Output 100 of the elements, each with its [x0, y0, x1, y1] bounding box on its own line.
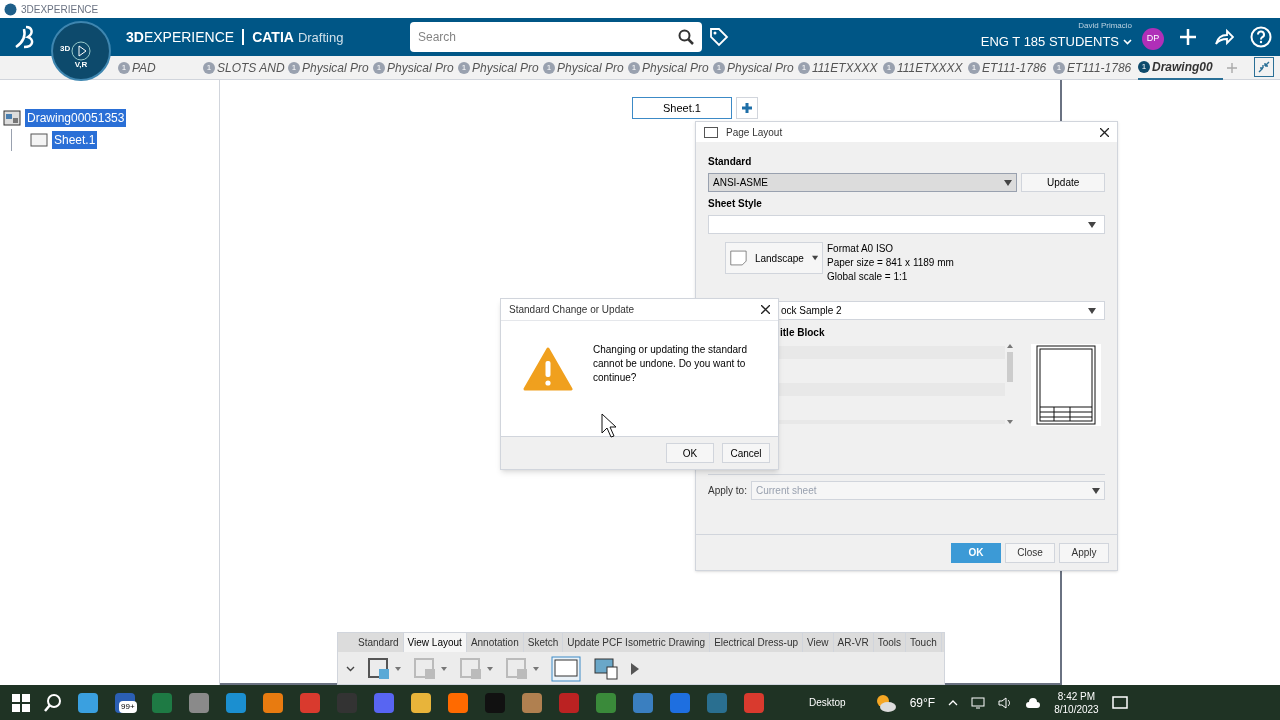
field-label: Standard	[708, 155, 753, 169]
tab-badge: 1	[203, 61, 215, 74]
dialog-button[interactable]: Apply	[1059, 542, 1109, 563]
update-button[interactable]: Update	[1021, 173, 1105, 192]
document-tab[interactable]: 1 Physical Pro	[288, 55, 373, 80]
dropdown-arrow-icon	[1004, 179, 1013, 186]
collab-space-selector[interactable]: ENG T 185 STUDENTS	[980, 32, 1119, 52]
view-tool-icon[interactable]	[367, 656, 401, 681]
dropdown-arrow-icon	[1088, 221, 1096, 228]
help-icon[interactable]	[1250, 26, 1272, 48]
sheet-icon	[30, 133, 48, 147]
toolbar-tab[interactable]: Tools	[873, 633, 907, 652]
start-icon[interactable]	[12, 693, 30, 712]
field-label: Apply to:	[708, 484, 747, 498]
stacked-sheets-icon[interactable]	[593, 656, 619, 681]
tab-badge: 1	[288, 61, 300, 74]
tree-item[interactable]: Sheet.1	[52, 131, 98, 149]
tab-badge: 1	[798, 61, 810, 74]
toolbar-tab[interactable]: Electrical Dress-up	[710, 633, 804, 652]
brand-title: 3DEXPERIENCE	[126, 27, 235, 47]
dropdown-arrow-icon	[1088, 307, 1096, 314]
desktop-label[interactable]: Desktop	[809, 695, 846, 710]
document-tab[interactable]: 1 SLOTS AND	[203, 55, 288, 80]
document-tab[interactable]: 1 Physical Pro	[628, 55, 713, 80]
dropdown-arrow-icon	[811, 255, 818, 261]
sheet-background-icon[interactable]	[551, 655, 581, 682]
scrollbar[interactable]	[1005, 344, 1015, 424]
document-tab[interactable]: 1 111ETXXXX	[798, 55, 883, 80]
document-tab[interactable]: 1 ET111-1786	[1053, 55, 1138, 80]
tab-badge: 1	[883, 61, 895, 74]
drawing-icon	[3, 110, 21, 126]
collapse-button[interactable]	[1254, 57, 1274, 77]
cloud-icon[interactable]	[1025, 697, 1042, 708]
document-tab[interactable]: 1 Physical Pro	[458, 55, 543, 80]
plus-icon[interactable]	[1178, 27, 1198, 47]
format-info: Paper size = 841 x 1189 mm	[827, 256, 954, 270]
notification-icon[interactable]	[1111, 694, 1128, 711]
dialog-title: Page Layout	[726, 125, 783, 140]
document-tab[interactable]: 1 Physical Pro	[713, 55, 798, 80]
tab-badge: 1	[1053, 61, 1065, 74]
mouse-cursor-icon	[601, 413, 617, 439]
scroll-up-icon[interactable]	[1007, 344, 1013, 348]
toolbar-tab[interactable]: View Layout	[403, 633, 467, 652]
tree-item[interactable]: Drawing00051353	[25, 109, 127, 127]
monitor-icon[interactable]	[971, 696, 986, 709]
confirm-message: Changing or updating the standard cannot be undone. Do you want to continue?	[593, 343, 748, 385]
share-icon[interactable]	[1214, 27, 1234, 47]
dialog-button[interactable]: Close	[1005, 542, 1055, 563]
app-icon	[4, 2, 17, 16]
document-tab[interactable]: 1 ET111-1786	[968, 55, 1053, 80]
tab-badge: 1	[543, 61, 555, 74]
tab-badge: 1	[628, 61, 640, 74]
search-icon[interactable]	[43, 692, 63, 713]
field-label: Sheet Style	[708, 197, 763, 211]
toolbar-tab[interactable]: AR-VR	[833, 633, 874, 652]
tab-badge: 1	[968, 61, 980, 74]
orientation-dropdown[interactable]: Landscape	[725, 242, 823, 274]
document-tab[interactable]: 1 PAD	[118, 55, 203, 80]
close-icon[interactable]	[761, 305, 770, 314]
dialog-title: Standard Change or Update	[509, 303, 635, 317]
tab-badge: 1	[118, 61, 130, 74]
speaker-icon[interactable]	[998, 696, 1013, 709]
tab-badge: 1	[373, 61, 385, 74]
sheet-tab[interactable]: Sheet.1	[632, 97, 732, 119]
tab-badge: 1	[713, 61, 725, 74]
page-icon	[704, 126, 718, 138]
page-icon	[730, 248, 747, 268]
document-tab[interactable]: 1 Physical Pro	[543, 55, 628, 80]
tab-badge: 1	[458, 61, 470, 74]
toolbar-tab[interactable]: View	[803, 633, 834, 652]
chevron-up-icon[interactable]	[948, 699, 959, 706]
plus-icon	[741, 102, 753, 114]
format-info: Format A0 ISO	[827, 242, 895, 256]
toolbar-tab[interactable]: Update PCF Isometric Drawing	[563, 633, 711, 652]
dialog-button[interactable]: OK	[666, 443, 714, 463]
tag-icon[interactable]	[709, 27, 729, 47]
search-field[interactable]: Search	[410, 22, 702, 52]
toolbar-tab[interactable]: Sketch	[523, 633, 564, 652]
toolbar-tab[interactable]: Standard	[354, 633, 404, 652]
compass-icon[interactable]: 3D V,R	[51, 21, 111, 81]
document-tab[interactable]: 1 111ETXXXX	[883, 55, 968, 80]
document-tab[interactable]: 1 Physical Pro	[373, 55, 458, 80]
chevron-down-icon[interactable]	[346, 665, 355, 672]
scroll-down-icon[interactable]	[1007, 420, 1013, 424]
taskbar-app-icon[interactable]	[409, 690, 433, 715]
warning-icon	[523, 347, 573, 391]
app-name: CATIA	[252, 27, 294, 47]
standard-dropdown[interactable]: ANSI-ASME	[708, 173, 1018, 192]
add-sheet-button[interactable]	[736, 97, 758, 119]
avatar[interactable]: DP	[1142, 28, 1164, 50]
clock-time: 8:42 PM	[1057, 689, 1096, 703]
app-module: Drafting	[297, 28, 344, 47]
more-arrow-icon[interactable]	[631, 662, 639, 675]
close-icon[interactable]	[1100, 127, 1109, 137]
weather-temp: 69°F	[909, 694, 936, 712]
toolbar-tab[interactable]: Annotation	[466, 633, 524, 652]
dialog-button[interactable]: Cancel	[722, 443, 770, 463]
search-icon[interactable]	[678, 29, 694, 45]
toolbar-tab[interactable]: Touch	[906, 633, 942, 652]
format-info: Global scale = 1:1	[827, 270, 909, 284]
